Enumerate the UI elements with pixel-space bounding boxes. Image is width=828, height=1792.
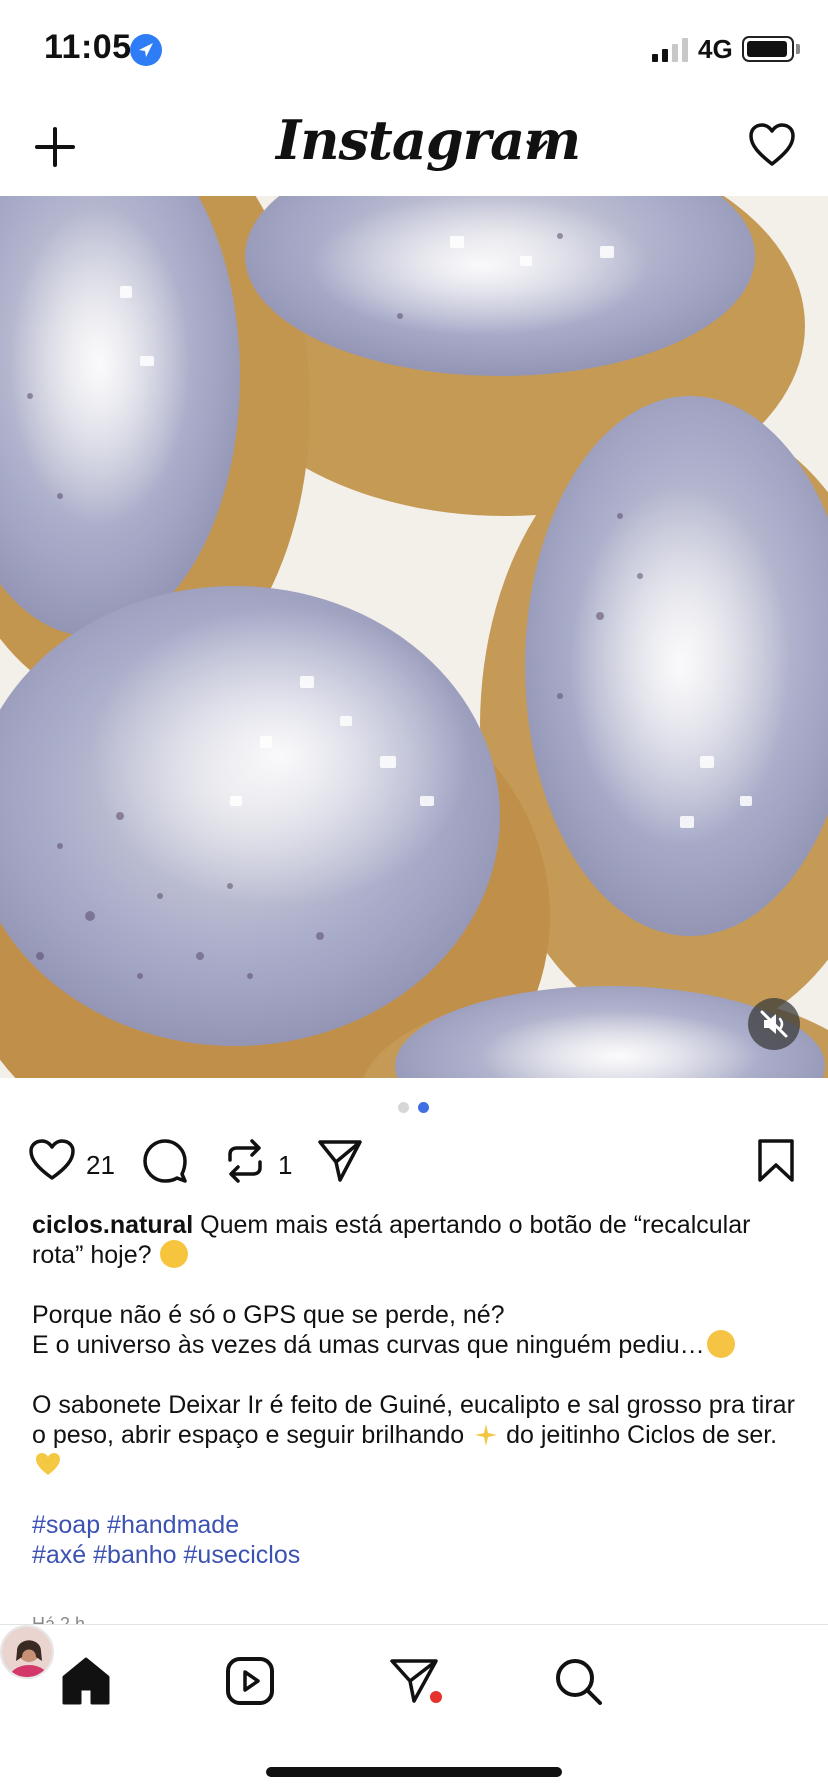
profile-avatar[interactable]	[0, 1625, 54, 1679]
comment-icon[interactable]	[142, 1138, 188, 1184]
heart-icon[interactable]	[748, 122, 796, 168]
repost-icon[interactable]	[224, 1138, 266, 1184]
post-caption: ciclos.natural Quem mais está apertando …	[32, 1210, 802, 1570]
mute-button[interactable]	[748, 998, 800, 1050]
caption-paragraph-1: ciclos.natural Quem mais está apertando …	[32, 1210, 802, 1270]
likes-count[interactable]: 21	[86, 1150, 115, 1181]
carousel-dot-active	[418, 1102, 429, 1113]
laughing-emoji-icon	[160, 1240, 189, 1268]
caption-text: Porque não é só o GPS que se perde, né?	[32, 1301, 505, 1329]
hashtags: #soap #handmade #axé #banho #useciclos	[32, 1510, 802, 1570]
home-indicator	[266, 1767, 562, 1777]
home-icon[interactable]	[56, 1651, 116, 1711]
speaker-muted-icon	[760, 1010, 788, 1038]
post-timestamp: Há 2 h	[32, 1614, 86, 1624]
battery-icon	[742, 36, 794, 62]
carousel-dot	[398, 1102, 409, 1113]
battery-tip	[796, 44, 800, 54]
signal-icon	[652, 38, 688, 62]
notification-dot	[430, 1691, 442, 1703]
bottom-nav	[0, 1624, 828, 1792]
search-icon[interactable]	[548, 1651, 608, 1711]
avatar-image	[2, 1627, 52, 1677]
direct-button[interactable]	[384, 1651, 444, 1711]
post-photo	[0, 196, 828, 1078]
yellow-heart-emoji-icon	[34, 1450, 62, 1478]
chevron-down-icon[interactable]	[524, 136, 550, 156]
caption-paragraph-3: O sabonete Deixar Ir é feito de Guiné, e…	[32, 1390, 802, 1480]
heart-icon[interactable]	[28, 1138, 76, 1182]
caption-username[interactable]: ciclos.natural	[32, 1211, 193, 1239]
hashtag-line[interactable]: #soap #handmade	[32, 1510, 802, 1540]
smiling-emoji-icon	[706, 1330, 735, 1358]
sparkles-emoji-icon	[473, 1422, 499, 1448]
caption-text: E o universo às vezes dá umas curvas que…	[32, 1331, 705, 1359]
post-media[interactable]	[0, 196, 828, 1078]
location-arrow-icon	[130, 34, 162, 66]
status-time: 11:05	[44, 28, 132, 66]
plus-icon[interactable]	[34, 126, 76, 168]
share-icon[interactable]	[316, 1138, 364, 1184]
caption-text: do jeitinho Ciclos de ser.	[506, 1421, 778, 1449]
status-bar: 11:05 4G	[0, 0, 828, 96]
hashtag-line[interactable]: #axé #banho #useciclos	[32, 1540, 802, 1570]
reposts-count[interactable]: 1	[278, 1150, 292, 1181]
reels-icon[interactable]	[220, 1651, 280, 1711]
post-actions: 21 1	[0, 1138, 828, 1190]
bookmark-icon[interactable]	[756, 1138, 796, 1184]
network-type: 4G	[698, 34, 733, 64]
caption-paragraph-2: Porque não é só o GPS que se perde, né? E…	[32, 1300, 802, 1360]
app-header: Instagram	[0, 96, 828, 196]
